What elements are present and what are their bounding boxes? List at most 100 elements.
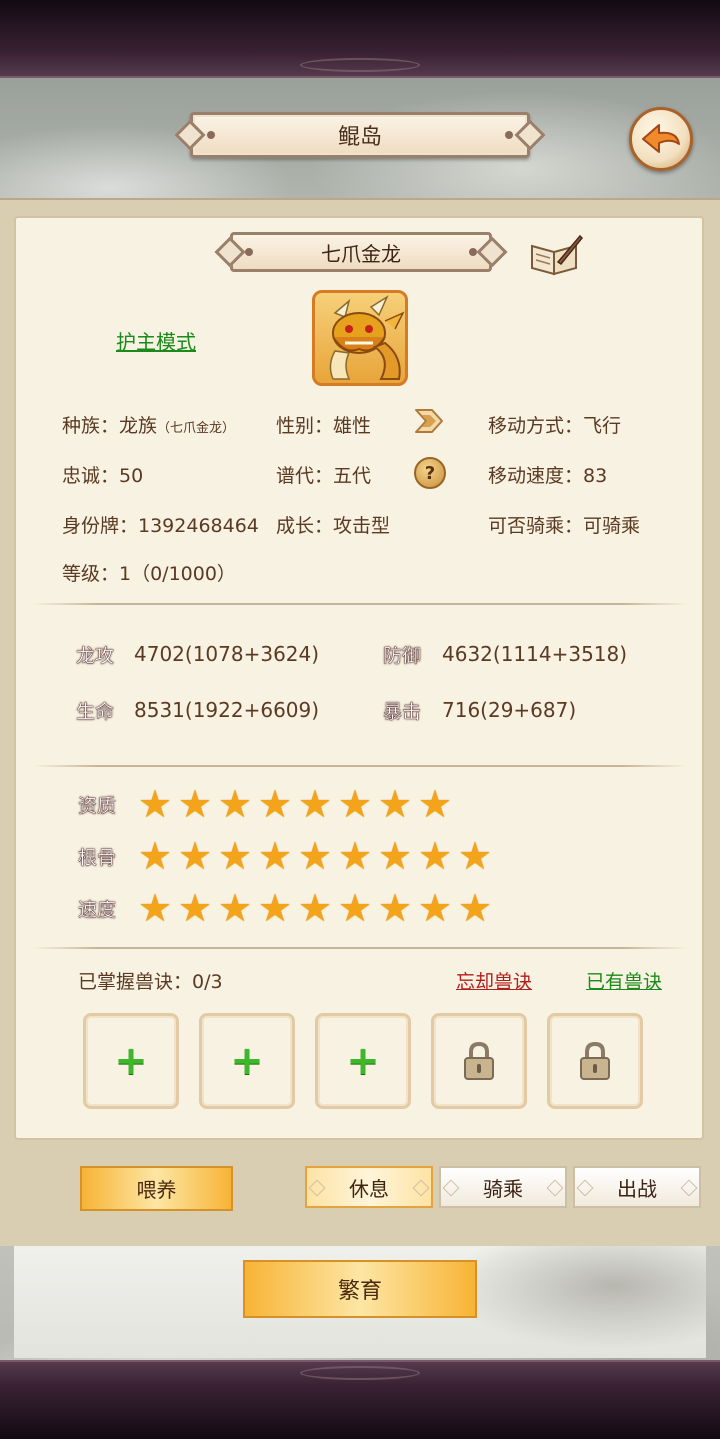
golden-dragon-icon [329,295,405,380]
rating-badge-bone-label: 根骨 [77,846,116,869]
stat-value-crit: 716(29+687) [442,698,577,722]
rating-stars-aptitude: ★ ★ ★ ★ ★ ★ ★ ★ [137,782,453,826]
skill-slot-locked-1[interactable] [431,1013,527,1109]
gender-switch-arrow-icon[interactable] [412,404,446,438]
top-frame-band [0,0,720,78]
star-icon: ★ [337,782,373,826]
plaque-dot-right [505,131,513,139]
star-icon: ★ [217,886,253,930]
divider-2 [32,765,688,767]
star-icon: ★ [297,782,333,826]
rating-badge-aptitude-label: 资质 [77,794,116,817]
race-field: 种族：龙族（七爪金龙） [62,411,235,438]
star-icon: ★ [337,834,373,878]
rating-badge-bone: 根骨 [77,836,117,876]
loyalty-field: 忠诚：50 [62,465,144,487]
star-icon: ★ [217,834,253,878]
generation-field: 谱代：五代 [276,465,372,487]
stat-badge-health: 生命 [75,690,115,730]
page-title-text: 鲲岛 [337,125,382,150]
back-button[interactable] [629,107,693,171]
forget-skill-link[interactable]: 忘却兽诀 [456,967,532,994]
breed-button[interactable]: 繁育 [243,1260,477,1318]
star-icon: ★ [417,782,453,826]
level-field: 等级：1（0/1000） [62,563,236,585]
guard-mode-link[interactable]: 护主模式 [116,326,196,355]
rating-badge-speed: 速度 [77,888,117,928]
plus-icon: + [346,1038,380,1084]
book-quill-icon[interactable] [528,232,584,276]
divider-3 [32,947,688,949]
gender-field: 性别：雄性 [276,415,372,437]
star-icon: ★ [137,782,173,826]
name-plaque-dot-left [245,248,253,256]
star-icon: ★ [377,886,413,930]
pet-name-plaque: 七爪金龙 [214,232,508,272]
star-icon: ★ [377,834,413,878]
owned-skills-link[interactable]: 已有兽诀 [586,967,662,994]
star-icon: ★ [257,886,293,930]
plus-icon: + [114,1038,148,1084]
stat-badge-crit: 暴击 [382,690,422,730]
rating-stars-bone: ★ ★ ★ ★ ★ ★ ★ ★ ★ [137,834,493,878]
rating-stars-speed: ★ ★ ★ ★ ★ ★ ★ ★ ★ [137,886,493,930]
skill-slot-add-3[interactable]: + [315,1013,411,1109]
id-tag-field: 身份牌：1392468464 [62,515,259,537]
star-icon: ★ [417,834,453,878]
star-icon: ★ [217,782,253,826]
star-icon: ★ [457,886,493,930]
stat-value-health: 8531(1922+6609) [134,698,320,722]
star-icon: ★ [297,886,333,930]
stat-badge-attack: 龙攻 [75,634,115,674]
skill-slot-add-2[interactable]: + [199,1013,295,1109]
tab-battle-label: 出战 [617,1176,657,1201]
race-label: 种族：龙族 [62,415,158,437]
lock-icon [464,1041,494,1080]
tab-ride[interactable]: 骑乘 [439,1166,567,1208]
divider-1 [32,603,688,605]
rideable-field: 可否骑乘：可骑乘 [488,515,641,537]
bottom-frame-band [0,1360,720,1439]
rating-badge-speed-label: 速度 [77,898,116,921]
stat-badge-attack-label: 龙攻 [75,644,114,667]
bottom-ornament [300,1366,420,1380]
feed-button-label: 喂养 [136,1178,177,1202]
move-type-field: 移动方式：飞行 [488,415,622,437]
star-icon: ★ [137,834,173,878]
plaque-dot-left [207,131,215,139]
rating-badge-aptitude: 资质 [77,784,117,824]
star-icon: ★ [137,886,173,930]
stat-value-defense: 4632(1114+3518) [442,642,628,666]
star-icon: ★ [257,834,293,878]
growth-field: 成长：攻击型 [276,515,391,537]
move-speed-field: 移动速度：83 [488,465,608,487]
star-icon: ★ [457,834,493,878]
race-sub-label: （七爪金龙） [157,421,236,436]
top-ornament [300,58,420,72]
pet-name: 七爪金龙 [321,241,401,266]
page-title: 鲲岛 [174,112,546,158]
tab-ride-label: 骑乘 [483,1176,523,1201]
question-help-icon[interactable]: ? [414,457,446,489]
skill-slot-add-1[interactable]: + [83,1013,179,1109]
back-arrow-icon [642,124,680,153]
star-icon: ★ [417,886,453,930]
star-icon: ★ [337,886,373,930]
plus-icon: + [230,1038,264,1084]
skill-slot-locked-2[interactable] [547,1013,643,1109]
skills-mastered-label: 已掌握兽诀：0/3 [78,971,223,993]
pet-portrait[interactable] [312,290,408,386]
star-icon: ★ [297,834,333,878]
star-icon: ★ [177,834,213,878]
stat-badge-crit-label: 暴击 [382,700,421,723]
tab-battle[interactable]: 出战 [573,1166,701,1208]
tab-rest[interactable]: 休息 [305,1166,433,1208]
stat-badge-defense-label: 防御 [382,644,421,667]
stat-value-attack: 4702(1078+3624) [134,642,320,666]
star-icon: ★ [257,782,293,826]
star-icon: ★ [377,782,413,826]
lock-icon [580,1041,610,1080]
breed-button-label: 繁育 [337,1279,382,1304]
feed-button[interactable]: 喂养 [80,1166,233,1211]
stat-badge-defense: 防御 [382,634,422,674]
